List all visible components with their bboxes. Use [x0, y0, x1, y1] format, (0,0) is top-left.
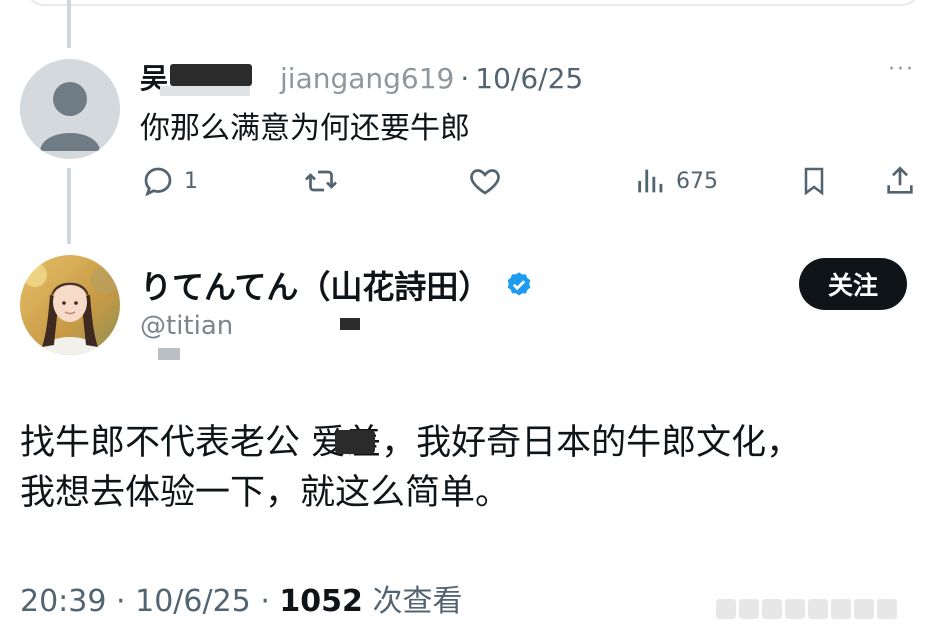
share-action-button[interactable] — [883, 161, 917, 201]
watermark-block — [762, 599, 782, 619]
author-name-row: りてんてん（山花詩田） — [140, 262, 534, 308]
verified-badge-icon — [504, 270, 534, 300]
reply-separator: · — [460, 62, 470, 95]
redaction-mark — [158, 348, 180, 360]
post-text-line: 找牛郎不代表老公 爱差，我好奇日本的牛郎文化， — [20, 423, 802, 463]
post-timestamp-row: 20:39 · 10/6/25 · 1052 次查看 — [20, 576, 462, 620]
reply-author-handle[interactable]: jiangang619 — [280, 62, 454, 95]
previous-tweet-card — [26, 0, 920, 6]
watermark-block — [785, 599, 805, 619]
author-photo — [20, 255, 120, 355]
redaction-mark — [335, 430, 375, 454]
redaction-mark — [170, 64, 252, 86]
bookmark-icon — [804, 167, 824, 196]
like-action-button[interactable] — [467, 161, 503, 201]
post-text-line: 我想去体验一下，就这么简单。 — [20, 473, 511, 513]
author-name[interactable]: りてんてん（山花詩田） — [140, 262, 490, 308]
thread-line-bottom — [67, 168, 71, 244]
views-action-button[interactable]: 675 — [634, 161, 718, 201]
reply-text: 你那么满意为何还要牛郎 — [140, 111, 470, 146]
reply-avatar[interactable] — [20, 59, 120, 159]
reply-date[interactable]: 10/6/25 — [475, 62, 583, 95]
post-date[interactable]: 10/6/25 — [135, 584, 251, 619]
like-icon — [470, 169, 500, 195]
post-views-label: 次查看 — [372, 584, 463, 619]
post-views-count: 1052 — [279, 584, 363, 619]
watermark-block — [808, 599, 828, 619]
post-time[interactable]: 20:39 — [20, 584, 106, 619]
redaction-mark — [160, 86, 250, 96]
share-icon — [887, 166, 913, 194]
default-avatar-icon — [20, 59, 120, 159]
author-handle[interactable]: @titian — [140, 311, 233, 341]
reply-icon — [144, 167, 172, 197]
thread-line-top — [67, 0, 71, 48]
views-icon — [638, 169, 663, 193]
redaction-mark — [340, 318, 360, 330]
watermark-block — [877, 599, 897, 619]
watermark-block — [831, 599, 851, 619]
bookmark-action-button[interactable] — [798, 161, 830, 201]
repost-icon — [305, 170, 337, 192]
post-text: 找牛郎不代表老公 爱差，我好奇日本的牛郎文化， 我想去体验一下，就这么简单。 — [20, 418, 920, 518]
watermark-strip — [716, 596, 924, 622]
author-avatar[interactable] — [20, 255, 120, 355]
reply-action-button[interactable]: 1 — [140, 161, 198, 201]
reply-count: 1 — [184, 168, 198, 194]
repost-action-button[interactable] — [302, 161, 340, 201]
views-count: 675 — [676, 168, 718, 194]
more-options-icon[interactable]: ··· — [888, 57, 915, 82]
watermark-block — [739, 599, 759, 619]
meta-separator: · — [116, 584, 126, 619]
follow-button[interactable]: 关注 — [799, 258, 907, 310]
watermark-block — [716, 599, 736, 619]
meta-separator: · — [260, 584, 270, 619]
watermark-block — [854, 599, 874, 619]
